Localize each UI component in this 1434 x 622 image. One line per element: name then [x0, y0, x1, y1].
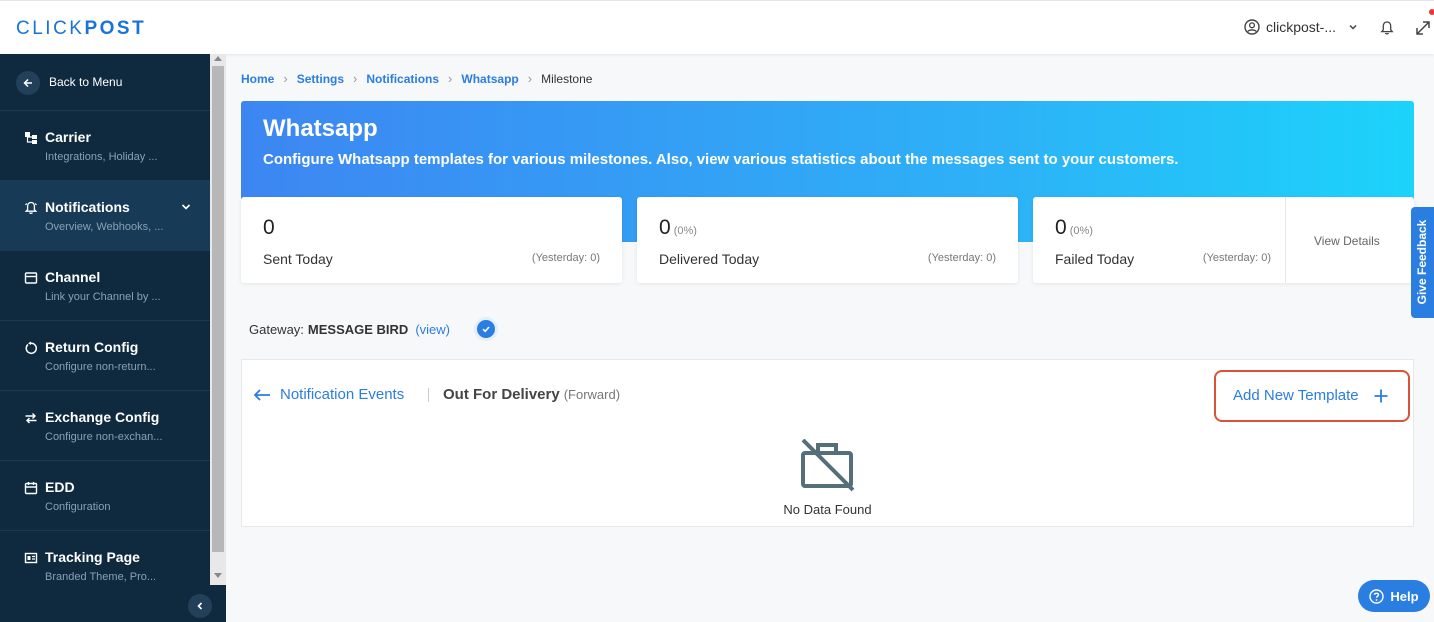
- chevron-left-icon: [197, 602, 203, 610]
- stat-value: 0: [659, 216, 671, 239]
- notification-dot: [1429, 9, 1434, 15]
- collapse-sidebar-button[interactable]: [188, 594, 212, 618]
- no-data-briefcase-icon: [800, 438, 856, 498]
- event-direction: (Forward): [563, 387, 621, 402]
- sidebar-item-channel[interactable]: Channel Link your Channel by ...: [0, 251, 210, 321]
- divider: [428, 388, 429, 402]
- top-bar: CLICKPOST clickpost-...: [0, 0, 1434, 54]
- sidebar-item-subtitle: Configuration: [45, 501, 111, 513]
- stat-label: Delivered Today: [659, 251, 760, 267]
- back-to-menu[interactable]: Back to Menu: [0, 54, 210, 111]
- return-icon: [24, 341, 38, 355]
- carrier-icon: [24, 131, 38, 145]
- help-label: Help: [1390, 588, 1419, 604]
- bell-icon[interactable]: [1380, 20, 1394, 41]
- breadcrumb-home[interactable]: Home: [241, 72, 274, 86]
- sidebar-item-notifications[interactable]: Notifications Overview, Webhooks, ...: [0, 181, 210, 251]
- sidebar-item-subtitle: Integrations, Holiday ...: [45, 151, 158, 163]
- scroll-down-arrow-icon[interactable]: [214, 573, 222, 578]
- sidebar-item-tracking-page[interactable]: Tracking Page Branded Theme, Pro...: [0, 531, 210, 585]
- event-title: Out For Delivery (Forward): [443, 386, 620, 403]
- sidebar-item-title: Carrier: [45, 129, 91, 145]
- sidebar-item-title: Channel: [45, 269, 101, 285]
- stat-card-sent: 0 Sent Today (Yesterday: 0): [241, 197, 622, 283]
- gateway-label: Gateway:: [249, 321, 304, 337]
- stat-card-delivered: 0 (0%) Delivered Today (Yesterday: 0): [637, 197, 1018, 283]
- breadcrumb-settings[interactable]: Settings: [297, 72, 344, 86]
- sidebar-item-subtitle: Overview, Webhooks, ...: [45, 221, 164, 233]
- sidebar-item-title: Notifications: [45, 199, 130, 215]
- sidebar-item-subtitle: Configure non-return...: [45, 361, 156, 373]
- arrow-left-icon: [253, 388, 270, 401]
- notification-events-label: Notification Events: [280, 386, 405, 403]
- tracking-icon: [24, 551, 38, 565]
- page-title: Whatsapp: [263, 115, 378, 142]
- templates-panel: Notification Events Out For Delivery (For…: [241, 359, 1414, 527]
- clickpost-logo[interactable]: CLICKPOST: [16, 18, 146, 40]
- gateway-view-link[interactable]: (view): [415, 322, 450, 337]
- user-name: clickpost-...: [1266, 19, 1337, 35]
- sidebar-item-exchange-config[interactable]: Exchange Config Configure non-exchan...: [0, 391, 210, 461]
- notification-events-link[interactable]: Notification Events: [253, 386, 404, 403]
- add-new-template-button[interactable]: Add New Template: [1214, 370, 1410, 422]
- view-details-label: View Details: [1314, 234, 1380, 248]
- scroll-up-arrow-icon[interactable]: [214, 56, 222, 61]
- chevron-down-icon: [180, 200, 192, 218]
- gateway-row: Gateway: MESSAGE BIRD (view): [249, 320, 495, 338]
- stat-label: Sent Today: [263, 251, 333, 267]
- stat-value: 0: [1055, 216, 1067, 239]
- breadcrumb-whatsapp[interactable]: Whatsapp: [461, 72, 518, 86]
- scrollbar-thumb[interactable]: [212, 66, 224, 552]
- give-feedback-label: Give Feedback: [1415, 219, 1429, 305]
- breadcrumb-chevron-icon: ›: [448, 71, 453, 86]
- sidebar-item-edd[interactable]: EDD Configuration: [0, 461, 210, 531]
- stat-value: 0: [263, 216, 275, 239]
- sidebar: Back to Menu Carrier Integrations, Holid…: [0, 54, 226, 622]
- page-description: Configure Whatsapp templates for various…: [263, 151, 1179, 168]
- stat-percent: (0%): [1069, 225, 1093, 237]
- breadcrumb-chevron-icon: ›: [353, 71, 358, 86]
- sidebar-item-carrier[interactable]: Carrier Integrations, Holiday ...: [0, 111, 210, 181]
- sidebar-item-subtitle: Link your Channel by ...: [45, 291, 161, 303]
- sidebar-item-title: Return Config: [45, 339, 139, 355]
- plus-icon: [1373, 388, 1389, 409]
- back-to-menu-label: Back to Menu: [49, 75, 123, 89]
- sidebar-item-title: Tracking Page: [45, 549, 140, 565]
- user-icon: [1244, 19, 1260, 35]
- sidebar-scrollbar[interactable]: [210, 54, 226, 585]
- breadcrumb-chevron-icon: ›: [527, 71, 533, 86]
- event-name: Out For Delivery: [443, 386, 560, 403]
- chevron-down-icon: [1348, 22, 1358, 32]
- stat-yesterday: (Yesterday: 0): [1202, 252, 1271, 264]
- exchange-icon: [24, 411, 38, 425]
- stat-percent: (0%): [673, 225, 697, 237]
- breadcrumb-chevron-icon: ›: [283, 71, 288, 86]
- sidebar-item-title: EDD: [45, 479, 75, 495]
- breadcrumb-current: Milestone: [541, 71, 593, 86]
- sidebar-item-subtitle: Branded Theme, Pro...: [45, 571, 157, 583]
- arrow-left-icon: [16, 71, 40, 95]
- add-new-template-label: Add New Template: [1233, 387, 1359, 404]
- stat-card-failed: 0 (0%) Failed Today (Yesterday: 0) View D…: [1033, 197, 1414, 283]
- calendar-icon: [24, 481, 38, 495]
- bell-icon: [24, 201, 38, 215]
- gateway-name: MESSAGE BIRD: [307, 321, 409, 337]
- stat-yesterday: (Yesterday: 0): [927, 252, 996, 264]
- question-circle-icon: [1369, 588, 1385, 604]
- give-feedback-tab[interactable]: Give Feedback: [1411, 207, 1434, 318]
- user-menu[interactable]: clickpost-...: [1244, 19, 1358, 35]
- breadcrumb-notifications[interactable]: Notifications: [366, 72, 439, 86]
- sidebar-item-title: Exchange Config: [45, 409, 160, 425]
- stat-label: Failed Today: [1055, 251, 1135, 267]
- sidebar-item-return-config[interactable]: Return Config Configure non-return...: [0, 321, 210, 391]
- check-circle-icon[interactable]: [477, 320, 495, 338]
- expand-icon[interactable]: [1414, 19, 1432, 42]
- store-icon: [24, 271, 38, 285]
- help-button[interactable]: Help: [1358, 580, 1430, 612]
- sidebar-item-subtitle: Configure non-exchan...: [45, 431, 163, 443]
- view-details-link[interactable]: View Details: [1285, 197, 1413, 283]
- no-data-text: No Data Found: [783, 502, 872, 517]
- breadcrumb: Home › Settings › Notifications › Whatsa…: [241, 71, 592, 86]
- stat-yesterday: (Yesterday: 0): [531, 252, 600, 264]
